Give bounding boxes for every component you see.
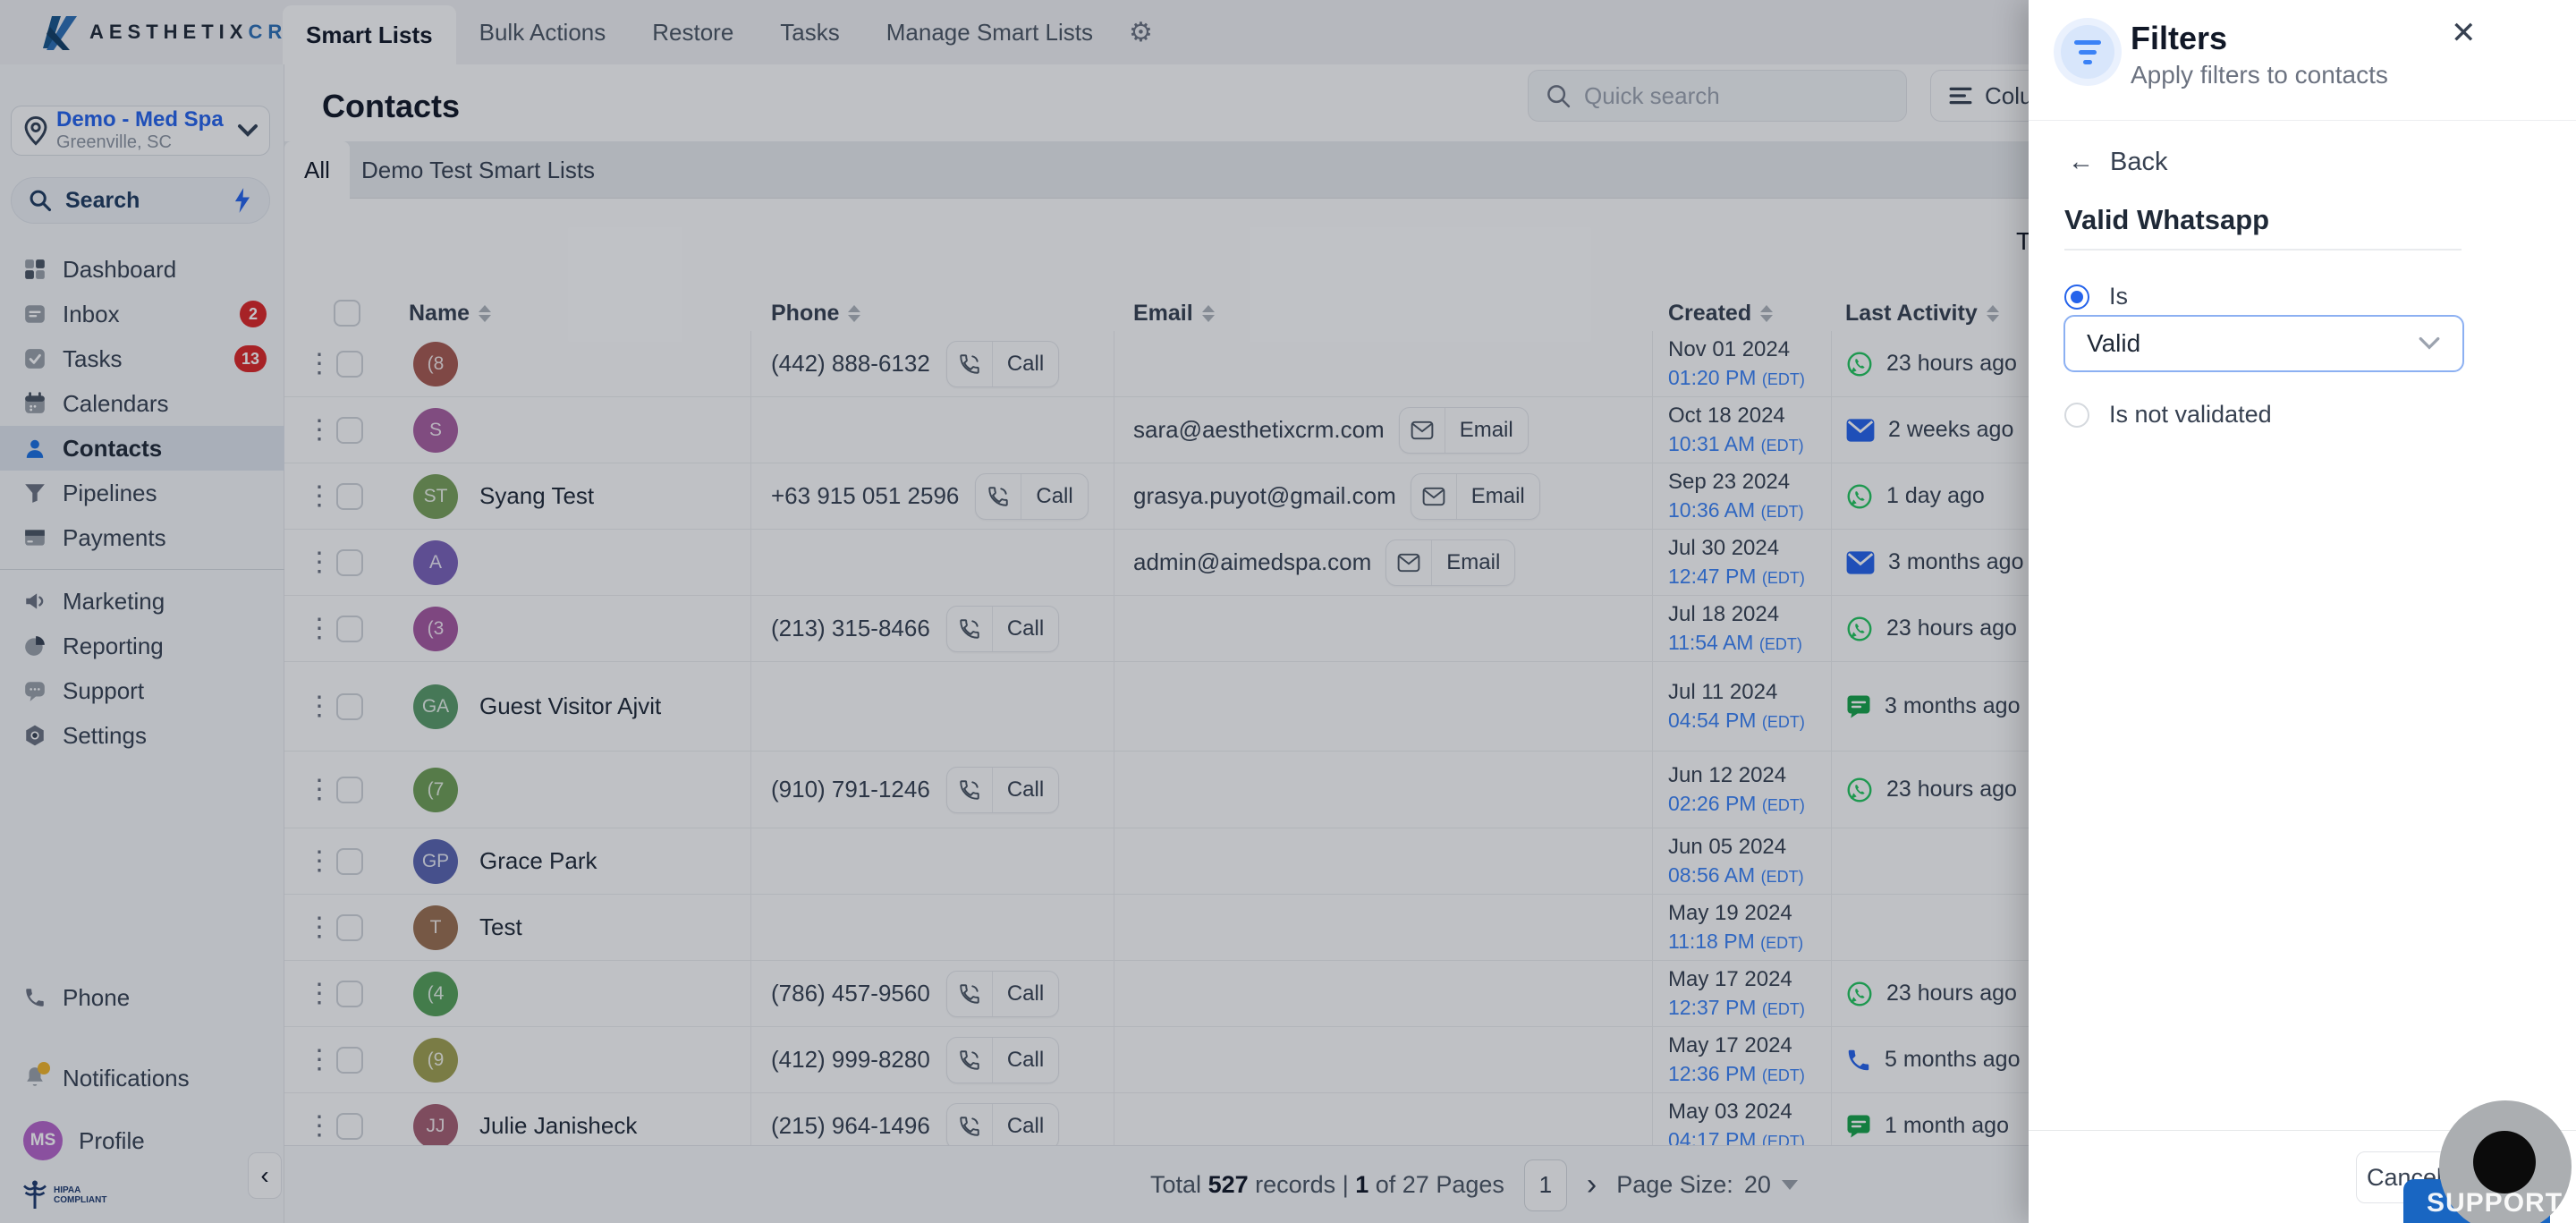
radio-is[interactable]: Is <box>2064 283 2128 310</box>
back-button[interactable]: ← Back <box>2068 148 2167 177</box>
filters-icon <box>2054 18 2122 86</box>
filters-panel: Filters Apply filters to contacts ← Back… <box>2029 0 2576 1223</box>
app-root: AESTHETIXCRM Smart Lists Bulk Actions Re… <box>0 0 2576 1223</box>
close-icon[interactable]: ✕ <box>2451 18 2477 48</box>
radio-is-control[interactable] <box>2064 284 2089 310</box>
section-divider <box>2064 249 2462 251</box>
select-chevron-down-icon <box>2418 336 2441 351</box>
filters-title: Filters <box>2131 20 2228 56</box>
back-arrow-icon: ← <box>2068 148 2094 176</box>
whatsapp-validity-select[interactable]: Valid <box>2063 315 2464 372</box>
support-label: SUPPORT <box>2427 1188 2563 1218</box>
radio-is-not-validated[interactable]: Is not validated <box>2064 401 2272 429</box>
filters-subtitle: Apply filters to contacts <box>2131 61 2388 89</box>
radio-not-validated-control[interactable] <box>2064 402 2089 428</box>
filters-panel-header: Filters Apply filters to contacts <box>2029 0 2576 121</box>
filter-section-title: Valid Whatsapp <box>2064 204 2270 235</box>
